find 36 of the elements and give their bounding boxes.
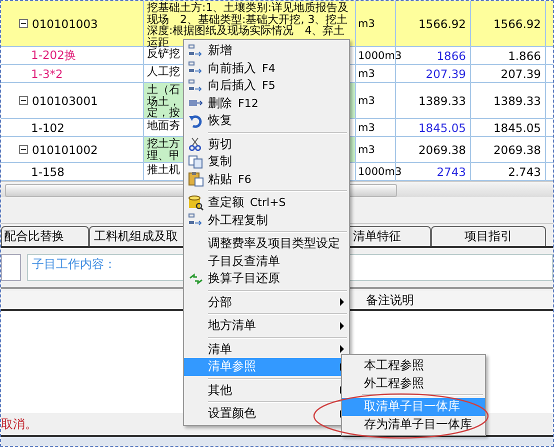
table-cell: 1000m3 bbox=[358, 50, 402, 62]
table-cell: 1-158 bbox=[31, 164, 64, 178]
table-cell: m3 bbox=[358, 68, 375, 80]
table-cell: m3 bbox=[358, 122, 375, 134]
table-cell: 1-102 bbox=[31, 120, 64, 134]
table-cell: 地面夯 bbox=[147, 119, 181, 132]
table-cell: 1-3*2 bbox=[31, 66, 63, 80]
table-cell: 2743 bbox=[436, 164, 466, 178]
table-cell: m3 bbox=[358, 94, 375, 106]
table-cell: 反铲挖 bbox=[147, 47, 181, 60]
column-header: 备注说明 bbox=[366, 292, 414, 308]
table-cell: 2069.38 bbox=[418, 142, 466, 156]
table-cell: 207.39 bbox=[500, 66, 541, 80]
table-cell: 1389.33 bbox=[418, 94, 466, 108]
table-cell: 010101002 bbox=[32, 142, 98, 156]
table-cell: 010101003 bbox=[32, 16, 98, 30]
table-cell: 1-202换 bbox=[31, 48, 76, 63]
table-cell: 1845.05 bbox=[418, 120, 466, 134]
table-cell: m3 bbox=[358, 18, 375, 30]
table-cell: 挖土方理、甲 bbox=[147, 137, 181, 161]
table-cell: 1566.92 bbox=[418, 16, 466, 30]
table-cell: 1566.92 bbox=[493, 16, 541, 30]
table-cell: 推土机 bbox=[147, 163, 181, 176]
table-cell: 1000m3 bbox=[358, 166, 402, 178]
status-text: 取消。 bbox=[1, 416, 37, 432]
table-cell: 2069.38 bbox=[493, 142, 541, 156]
table-cell: 010103001 bbox=[32, 94, 98, 108]
table-cell: 土（石场土，定，按 bbox=[147, 83, 181, 118]
table-cell: 1389.33 bbox=[493, 94, 541, 108]
table-cell: 1.866 bbox=[508, 48, 541, 62]
table-cell: 1845.05 bbox=[493, 120, 541, 134]
table-cell: 1866 bbox=[436, 48, 466, 62]
table-cell: m3 bbox=[358, 144, 375, 156]
table-cell: 人工挖 bbox=[147, 65, 181, 78]
table-cell: 2.743 bbox=[508, 164, 541, 178]
table-cell: 207.39 bbox=[426, 66, 466, 80]
